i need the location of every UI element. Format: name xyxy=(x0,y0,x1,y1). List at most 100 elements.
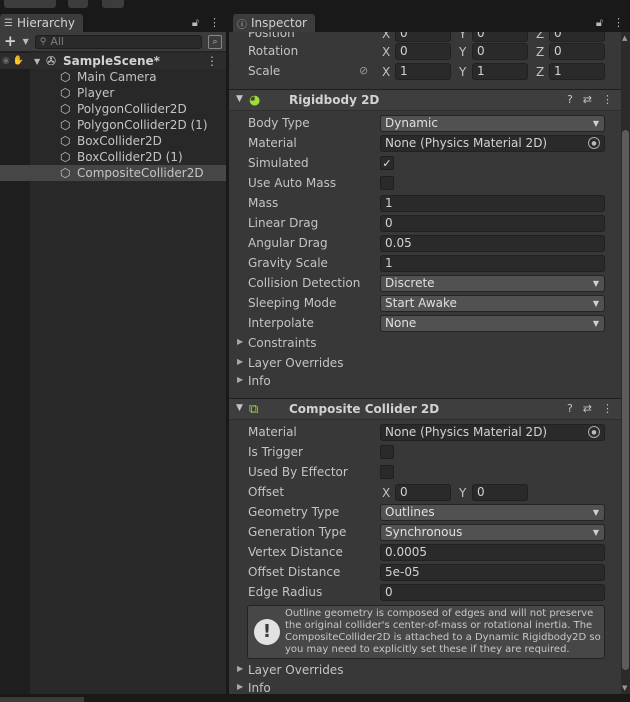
fold-arrow-icon[interactable]: ▼ xyxy=(34,57,40,66)
lock-icon[interactable]: 🔓︎ xyxy=(192,16,199,30)
object-name: CompositeCollider2D xyxy=(77,166,204,180)
search-input[interactable]: ⚲ All xyxy=(34,34,202,49)
axis-y-label[interactable]: Y xyxy=(457,65,472,79)
gameobject-icon: ⬡ xyxy=(60,70,71,84)
material-field[interactable]: None (Physics Material 2D) ● xyxy=(380,424,605,441)
kebab-menu-icon[interactable]: ⋮ xyxy=(602,93,613,106)
list-item[interactable]: ⬡ PolygonCollider2D xyxy=(0,101,226,117)
kebab-menu-icon[interactable]: ⋮ xyxy=(602,402,613,415)
axis-y-label[interactable]: Y xyxy=(457,45,472,59)
angular-drag-label: Angular Drag xyxy=(248,236,328,250)
generation-type-dropdown[interactable]: Synchronous ▼ xyxy=(380,524,605,541)
visibility-icon[interactable]: ◉ ✋ xyxy=(2,56,24,66)
interpolate-dropdown[interactable]: None ▼ xyxy=(380,315,605,332)
help-icon[interactable]: ? xyxy=(567,93,573,106)
sleeping-mode-dropdown[interactable]: Start Awake ▼ xyxy=(380,295,605,312)
hierarchy-tree: ◉ ✋ ▼ ✇ SampleScene* ⋮ ⬡ Main Camera ⬡ Pla… xyxy=(0,53,226,181)
kebab-menu-icon[interactable]: ⋮ xyxy=(206,54,218,68)
geometry-type-dropdown[interactable]: Outlines ▼ xyxy=(380,504,605,521)
scroll-down-icon[interactable]: ▼ xyxy=(622,684,627,692)
axis-x-label[interactable]: X xyxy=(380,32,395,41)
body-type-label: Body Type xyxy=(248,116,310,130)
axis-x-label[interactable]: X xyxy=(380,486,395,500)
simulated-checkbox[interactable]: ✓ xyxy=(380,156,394,170)
rotation-z-field[interactable]: 0 xyxy=(549,43,605,60)
list-item[interactable]: ⬡ BoxCollider2D xyxy=(0,133,226,149)
fold-arrow-icon[interactable]: ▼ xyxy=(236,94,243,104)
list-item-selected[interactable]: ⬡ CompositeCollider2D xyxy=(0,165,226,181)
object-picker-icon[interactable]: ● xyxy=(588,137,600,149)
axis-z-label[interactable]: Z xyxy=(534,32,549,41)
scale-x-field[interactable]: 1 xyxy=(395,63,451,80)
offset-distance-label: Offset Distance xyxy=(248,565,341,579)
rotation-x-field[interactable]: 0 xyxy=(395,43,451,60)
scene-row[interactable]: ◉ ✋ ▼ ✇ SampleScene* ⋮ xyxy=(0,53,226,69)
kebab-menu-icon[interactable]: ⋮ xyxy=(209,16,220,30)
angular-drag-field[interactable]: 0.05 xyxy=(380,235,605,252)
add-object-button[interactable]: + xyxy=(4,34,17,49)
linear-drag-field[interactable]: 0 xyxy=(380,215,605,232)
info-foldout[interactable]: ▶ Info xyxy=(229,372,621,390)
account-button[interactable] xyxy=(4,0,56,8)
use-auto-mass-label: Use Auto Mass xyxy=(248,176,337,190)
offset-x-field[interactable]: 0 xyxy=(395,484,451,501)
body-type-row: Body Type Dynamic ▼ xyxy=(229,113,621,133)
tab-inspector[interactable]: ⓘ Inspector xyxy=(233,14,315,32)
kebab-menu-icon[interactable]: ⋮ xyxy=(613,16,624,30)
axis-x-label[interactable]: X xyxy=(380,65,395,79)
body-type-dropdown[interactable]: Dynamic ▼ xyxy=(380,115,605,132)
is-trigger-checkbox[interactable] xyxy=(380,445,394,459)
link-icon[interactable]: ⊘ xyxy=(359,64,368,77)
presets-icon[interactable]: ⇄ xyxy=(583,402,592,415)
inspector-scrollbar[interactable]: ▲ ▼ xyxy=(621,32,630,694)
scrollbar-thumb[interactable] xyxy=(622,130,629,670)
rigidbody-icon: ◕ xyxy=(249,93,261,108)
composite-collider-header[interactable]: ▼ ⧉ Composite Collider 2D ? ⇄ ⋮ xyxy=(229,398,621,420)
material-row: Material None (Physics Material 2D) ● xyxy=(229,133,621,153)
offset-distance-field[interactable]: 5e-05 xyxy=(380,564,605,581)
list-item[interactable]: ⬡ Player xyxy=(0,85,226,101)
use-auto-mass-checkbox[interactable] xyxy=(380,176,394,190)
help-icon[interactable]: ? xyxy=(567,402,573,415)
constraints-foldout[interactable]: ▶ Constraints xyxy=(229,334,621,352)
list-item[interactable]: ⬡ PolygonCollider2D (1) xyxy=(0,117,226,133)
bottom-tab[interactable] xyxy=(0,697,84,702)
vertex-distance-field[interactable]: 0.0005 xyxy=(380,544,605,561)
collision-detection-dropdown[interactable]: Discrete ▼ xyxy=(380,275,605,292)
offset-y-field[interactable]: 0 xyxy=(472,484,528,501)
object-picker-icon[interactable]: ● xyxy=(588,426,600,438)
cloud-button[interactable] xyxy=(68,0,88,8)
material-field[interactable]: None (Physics Material 2D) ● xyxy=(380,135,605,152)
chevron-down-icon[interactable]: ▼ xyxy=(23,37,29,46)
lock-icon[interactable]: 🔓︎ xyxy=(596,16,603,30)
fold-arrow-icon: ▶ xyxy=(237,357,244,366)
list-item[interactable]: ⬡ Main Camera xyxy=(0,69,226,85)
gravity-scale-field[interactable]: 1 xyxy=(380,255,605,272)
used-by-effector-checkbox[interactable] xyxy=(380,465,394,479)
presets-icon[interactable]: ⇄ xyxy=(583,93,592,106)
scroll-up-icon[interactable]: ▲ xyxy=(622,34,627,42)
composite-collider-title: Composite Collider 2D xyxy=(289,402,440,416)
fold-arrow-icon: ▶ xyxy=(237,337,244,346)
axis-y-label[interactable]: Y xyxy=(457,486,472,500)
layer-overrides-foldout[interactable]: ▶ Layer Overrides xyxy=(229,354,621,372)
list-item[interactable]: ⬡ BoxCollider2D (1) xyxy=(0,149,226,165)
axis-y-label[interactable]: Y xyxy=(457,32,472,41)
edge-radius-field[interactable]: 0 xyxy=(380,584,605,601)
axis-z-label[interactable]: Z xyxy=(534,45,549,59)
axis-x-label[interactable]: X xyxy=(380,45,395,59)
cc-layer-overrides-foldout[interactable]: ▶ Layer Overrides xyxy=(229,661,621,679)
object-name: BoxCollider2D xyxy=(77,134,162,148)
rigidbody-header[interactable]: ▼ ◕ Rigidbody 2D ? ⇄ ⋮ xyxy=(229,89,621,111)
scale-y-field[interactable]: 1 xyxy=(472,63,528,80)
cc-info-foldout[interactable]: ▶ Info xyxy=(229,679,621,694)
gravity-scale-label: Gravity Scale xyxy=(248,256,328,270)
rotation-y-field[interactable]: 0 xyxy=(472,43,528,60)
search-by-type-icon[interactable]: ⌕ xyxy=(208,34,222,49)
collab-button[interactable] xyxy=(102,0,124,8)
tab-hierarchy[interactable]: ☰ Hierarchy xyxy=(0,14,83,32)
axis-z-label[interactable]: Z xyxy=(534,65,549,79)
mass-field[interactable]: 1 xyxy=(380,195,605,212)
fold-arrow-icon[interactable]: ▼ xyxy=(236,403,243,413)
scale-z-field[interactable]: 1 xyxy=(549,63,605,80)
